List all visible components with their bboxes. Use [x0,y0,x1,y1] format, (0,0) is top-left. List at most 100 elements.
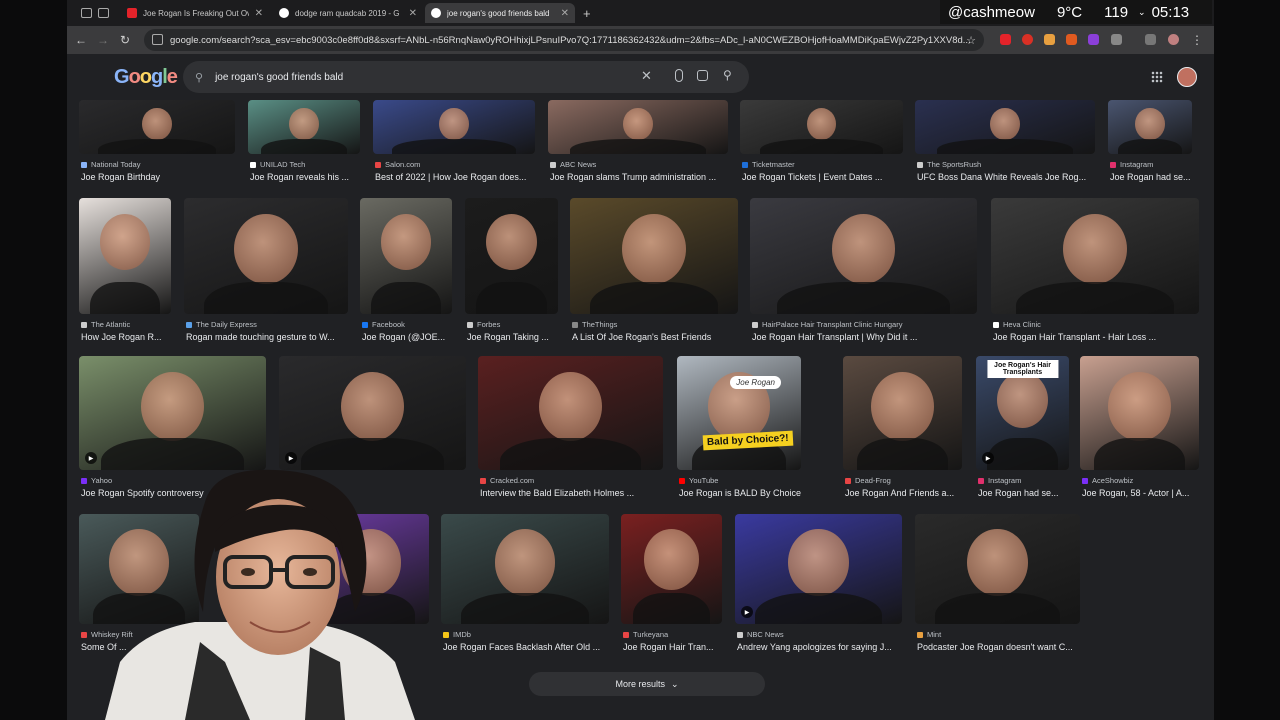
close-tab-icon[interactable]: ✕ [561,8,569,19]
result-title[interactable]: Joe Rogan Taking ... [467,332,560,342]
image-result-card[interactable]: Turkeyana Joe Rogan Hair Tran... [621,514,722,662]
result-source[interactable]: Cracked.com [480,476,534,485]
image-result-card[interactable]: The Atlantic How Joe Rogan R... [79,198,171,352]
result-source[interactable]: The Atlantic [81,320,130,329]
result-thumbnail[interactable] [360,198,452,314]
close-tab-icon[interactable]: ✕ [409,8,417,19]
result-source[interactable]: Ticketmaster [742,160,795,169]
result-title[interactable]: Joe Rogan, 58 - Actor | A... [1082,488,1201,498]
result-thumbnail[interactable]: Bald by Choice?! Joe Rogan [677,356,801,470]
tab-youtube[interactable]: Joe Rogan Is Freaking Out Ov ✕ [121,3,269,23]
back-icon[interactable]: ← [73,32,89,48]
result-title[interactable]: Joe Rogan Hair Tran... [623,642,724,652]
result-thumbnail[interactable] [184,198,348,314]
result-thumbnail[interactable] [740,100,903,154]
result-thumbnail[interactable] [248,100,360,154]
result-title[interactable]: Joe Rogan Tickets | Event Dates ... [742,172,905,182]
image-result-card[interactable]: ABC News Joe Rogan slams Trump administra… [548,100,728,192]
result-thumbnail[interactable] [373,100,535,154]
result-source[interactable]: Instagram [1110,160,1153,169]
extensions-puzzle-icon[interactable] [1111,34,1122,45]
result-title[interactable]: Podcaster Joe Rogan doesn't want C... [917,642,1082,652]
more-results-button[interactable]: More results ⌄ [529,672,765,696]
result-thumbnail[interactable] [915,100,1095,154]
lens-icon[interactable] [697,70,708,81]
image-result-card[interactable]: Instagram Joe Rogan had se... [1108,100,1192,192]
result-title[interactable]: A List Of Joe Rogan's Best Friends [572,332,740,342]
result-source[interactable]: Turkeyana [623,630,668,639]
account-avatar[interactable] [1177,67,1197,87]
result-source[interactable]: Heva Clinic [993,320,1041,329]
result-title[interactable]: Joe Rogan slams Trump administration ... [550,172,730,182]
result-title[interactable]: Joe Rogan reveals his ... [250,172,362,182]
image-result-card[interactable]: HairPalace Hair Transplant Clinic Hungar… [750,198,977,352]
menu-kebab-icon[interactable]: ⋮ [1189,32,1205,48]
result-title[interactable]: Joe Rogan (@JOE... [362,332,454,342]
result-source[interactable]: Salon.com [375,160,420,169]
result-source[interactable]: Mint [917,630,941,639]
result-source[interactable]: IMDb [443,630,471,639]
result-title[interactable]: Andrew Yang apologizes for saying J... [737,642,904,652]
image-result-card[interactable]: National Today Joe Rogan Birthday [79,100,235,192]
result-thumbnail[interactable]: ▶ [279,356,466,470]
url-bar[interactable]: google.com/search?sca_esv=ebc9003c0e8ff0… [144,29,984,51]
result-thumbnail[interactable] [1080,356,1199,470]
result-title[interactable]: Joe Rogan Hair Transplant - Hair Loss ..… [993,332,1201,342]
result-title[interactable]: Joe Rogan Faces Backlash After Old ... [443,642,611,652]
result-title[interactable]: How Joe Rogan R... [81,332,173,342]
result-source[interactable]: AceShowbiz [1082,476,1133,485]
image-result-card[interactable]: Salon.com Best of 2022 | How Joe Rogan do… [373,100,535,192]
apps-grid-icon[interactable] [1151,71,1163,83]
image-result-card[interactable]: Ticketmaster Joe Rogan Tickets | Event Da… [740,100,903,192]
result-thumbnail[interactable] [478,356,663,470]
result-thumbnail[interactable]: Joe Rogan's Hair Transplants ▶ [976,356,1069,470]
image-result-card[interactable]: Joe Rogan's Hair Transplants ▶ Instagram Jo… [976,356,1069,508]
result-source[interactable]: YouTube [679,476,718,485]
extension-icon[interactable] [1044,34,1055,45]
image-result-card[interactable]: UNILAD Tech Joe Rogan reveals his ... [248,100,360,192]
result-source[interactable]: Forbes [467,320,500,329]
result-thumbnail[interactable] [465,198,558,314]
result-source[interactable]: Dead-Frog [845,476,891,485]
result-title[interactable]: Joe Rogan had se... [978,488,1071,498]
result-title[interactable]: Interview the Bald Elizabeth Holmes ... [480,488,665,498]
result-source[interactable]: HairPalace Hair Transplant Clinic Hungar… [752,320,902,329]
image-result-card[interactable]: Bald by Choice?! Joe Rogan YouTube Joe Roga… [677,356,803,508]
mic-icon[interactable] [675,69,683,82]
result-thumbnail[interactable] [991,198,1199,314]
tab-group-controls[interactable] [75,3,115,23]
result-source[interactable]: TheThings [572,320,617,329]
result-thumbnail[interactable] [441,514,609,624]
result-title[interactable]: Rogan made touching gesture to W... [186,332,350,342]
result-thumbnail[interactable] [750,198,977,314]
search-submit-icon[interactable]: ⚲ [723,68,732,82]
image-result-card[interactable]: Mint Podcaster Joe Rogan doesn't want C..… [915,514,1080,662]
reading-list-icon[interactable] [1145,34,1156,45]
tab-google-dodge[interactable]: dodge ram quadcab 2019 - G ✕ [273,3,423,23]
extension-icon[interactable] [1088,34,1099,45]
image-result-card[interactable]: Forbes Joe Rogan Taking ... [465,198,558,352]
extension-icon[interactable] [1022,34,1033,45]
result-source[interactable]: Instagram [978,476,1021,485]
result-thumbnail[interactable]: ▶ [735,514,902,624]
result-title[interactable]: Joe Rogan Hair Transplant | Why Did it .… [752,332,979,342]
image-result-card[interactable]: The SportsRush UFC Boss Dana White Reveal… [915,100,1095,192]
result-source[interactable]: Facebook [362,320,405,329]
image-result-card[interactable]: AceShowbiz Joe Rogan, 58 - Actor | A... [1080,356,1199,508]
bookmark-star-icon[interactable]: ☆ [963,32,979,48]
result-thumbnail[interactable] [843,356,962,470]
new-tab-button[interactable]: + [577,3,595,23]
result-title[interactable]: Joe Rogan And Friends a... [845,488,964,498]
clear-search-icon[interactable]: ✕ [641,68,652,84]
close-tab-icon[interactable]: ✕ [255,8,263,19]
google-logo[interactable]: Google [114,66,178,89]
result-source[interactable]: ABC News [550,160,596,169]
result-thumbnail[interactable]: ▶ [79,356,266,470]
image-result-card[interactable]: Cracked.com Interview the Bald Elizabeth … [478,356,663,508]
result-thumbnail[interactable] [79,100,235,154]
result-thumbnail[interactable] [79,198,171,314]
result-thumbnail[interactable] [1108,100,1192,154]
site-info-icon[interactable] [152,34,163,45]
result-title[interactable]: Joe Rogan Birthday [81,172,237,182]
search-query[interactable]: joe rogan's good friends bald [215,72,343,83]
